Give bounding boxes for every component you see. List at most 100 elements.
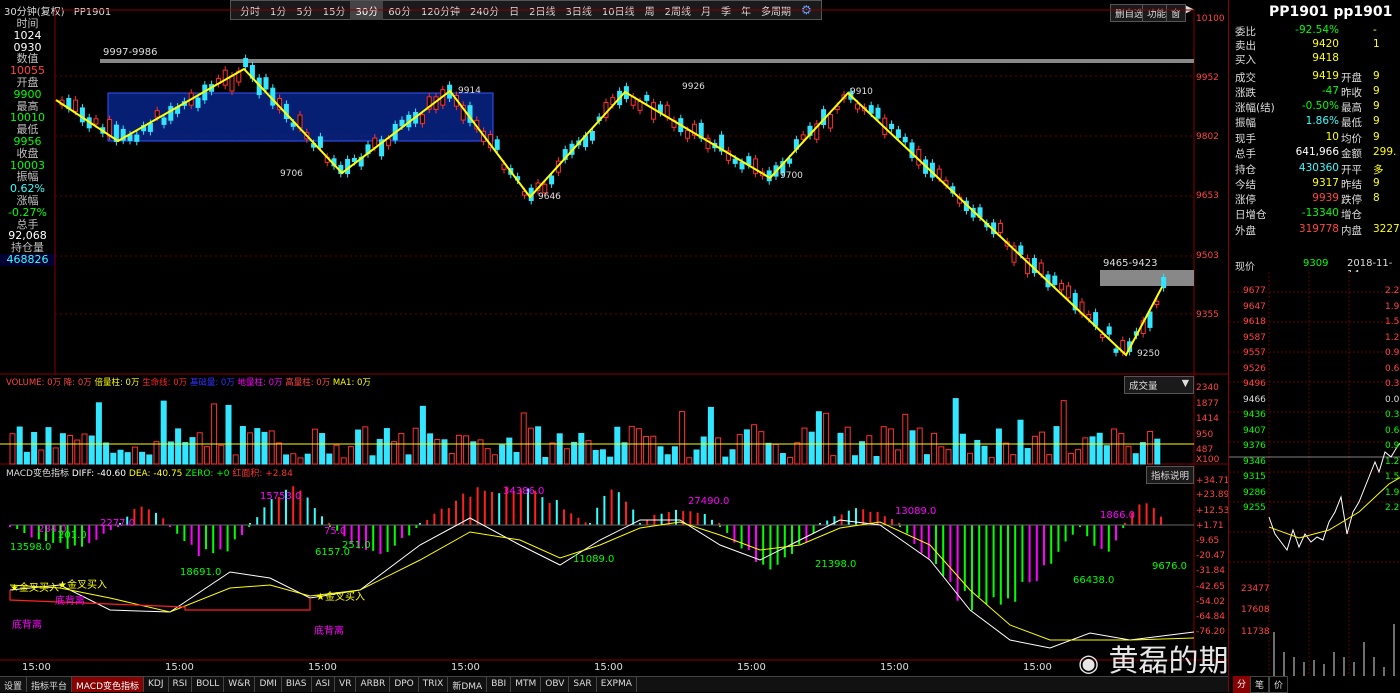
- tab-settings[interactable]: 设置: [0, 677, 28, 692]
- candle: [589, 131, 595, 141]
- tab-asi[interactable]: ASI: [312, 677, 336, 692]
- mini-pct-tick: 1.90: [1385, 487, 1400, 498]
- candle: [1059, 283, 1065, 291]
- volume-selector[interactable]: 成交量 ▼: [1124, 376, 1194, 394]
- tab-dpo[interactable]: DPO: [390, 677, 419, 692]
- tab-minute[interactable]: 分: [1233, 676, 1251, 693]
- tab-trix[interactable]: TRIX: [419, 677, 449, 692]
- gold-cross-signal: ★金叉买入: [58, 580, 107, 591]
- quote-label: 委比: [1235, 26, 1256, 38]
- candle: [902, 136, 908, 143]
- tab-kdj[interactable]: KDJ: [144, 677, 169, 692]
- dea-line: [9, 521, 1195, 641]
- volume-bar: [45, 427, 52, 465]
- candle: [549, 175, 555, 185]
- tab-price[interactable]: 价: [1269, 676, 1289, 693]
- volume-bar: [211, 403, 218, 465]
- tab-boll[interactable]: BOLL: [192, 677, 225, 692]
- quote-label: 今结: [1235, 179, 1256, 191]
- tab-wr[interactable]: W&R: [224, 677, 256, 692]
- macd-label: 201.0: [58, 530, 87, 541]
- quote-value: 1.86%: [1305, 115, 1339, 127]
- volume-bar: [765, 442, 772, 465]
- volume-bar: [1067, 452, 1074, 465]
- volume-bar: [772, 443, 779, 465]
- vol-tick: 950: [1196, 430, 1214, 440]
- vol-volume: VOLUME: 0万: [6, 378, 62, 388]
- volume-bar: [1017, 419, 1024, 465]
- quote-value: -13340: [1301, 207, 1339, 219]
- volume-bar: [707, 406, 714, 465]
- tab-bias[interactable]: BIAS: [282, 677, 312, 692]
- tab-arbr[interactable]: ARBR: [356, 677, 391, 692]
- mini-price-tick: 9255: [1243, 503, 1266, 513]
- quote-label: 涨跌: [1235, 87, 1256, 99]
- quote-label: 内盘: [1341, 225, 1362, 237]
- volume-bar: [952, 398, 959, 465]
- tab-expma[interactable]: EXPMA: [597, 677, 637, 692]
- candle: [419, 114, 425, 125]
- volume-bar: [52, 447, 59, 465]
- tab-macd[interactable]: MACD变色指标: [72, 677, 145, 692]
- quote-value: -47: [1321, 85, 1339, 97]
- quote-value: 9: [1373, 131, 1380, 143]
- volume-bar: [67, 434, 74, 465]
- macd-label: 13089.0: [895, 506, 937, 517]
- tab-trades[interactable]: 笔: [1250, 676, 1270, 693]
- chevron-down-icon: ▼: [1181, 378, 1189, 389]
- indicator-help-button[interactable]: 指标说明: [1146, 466, 1195, 484]
- quote-label: 最高: [1341, 102, 1362, 114]
- tab-rsi[interactable]: RSI: [169, 677, 193, 692]
- volume-bar: [59, 433, 66, 465]
- tab-vr[interactable]: VR: [335, 677, 357, 692]
- price-tick: 9355: [1196, 310, 1219, 320]
- volume-bar: [391, 441, 398, 465]
- tab-sar[interactable]: SAR: [569, 677, 597, 692]
- quote-value: 9: [1373, 115, 1380, 127]
- mini-price-tick: 9647: [1243, 301, 1266, 312]
- candle: [827, 114, 833, 129]
- volume-bar: [412, 427, 419, 465]
- annotation: 9926: [682, 82, 705, 92]
- mini-price-tick: 9557: [1243, 348, 1266, 358]
- mini-price-tick: 9618: [1243, 317, 1266, 327]
- macd-label: 18691.0: [180, 567, 222, 578]
- quote-value: 9420: [1312, 38, 1339, 50]
- candle: [351, 158, 357, 163]
- volume-bar: [671, 446, 678, 465]
- vol-tick: 1414: [1196, 414, 1219, 424]
- candle: [317, 136, 323, 148]
- tab-bbi[interactable]: BBI: [487, 677, 512, 692]
- macd-tick: -20.47: [1196, 551, 1226, 561]
- mini-price-tick: 9526: [1243, 363, 1266, 374]
- volume-bar: [743, 429, 750, 465]
- annotation: 9910: [850, 87, 873, 97]
- volume-bar: [621, 442, 628, 465]
- volume-bar: [938, 446, 945, 465]
- mini-pct-tick: 0.64: [1385, 425, 1400, 436]
- tab-obv[interactable]: OBV: [541, 677, 570, 692]
- quote-row: 涨跌 -47 昨收 9: [1233, 85, 1400, 100]
- volume-bar: [527, 427, 534, 465]
- volume-bar: [283, 454, 290, 465]
- volume-bar: [427, 433, 434, 465]
- volume-bar: [9, 433, 16, 465]
- quote-value: 430360: [1298, 162, 1339, 174]
- quote-value: 多: [1373, 164, 1384, 176]
- volume-bar: [578, 432, 585, 465]
- mini-pct-tick: 0.32: [1385, 379, 1400, 389]
- quote-value: 641,966: [1295, 146, 1339, 158]
- volume-bar: [31, 431, 38, 465]
- divergence-signal: 底背离: [314, 626, 344, 637]
- quote-value: -: [1373, 24, 1377, 36]
- volume-bar: [844, 426, 851, 465]
- tab-dma[interactable]: 新DMA: [448, 677, 488, 692]
- tab-platform[interactable]: 指标平台: [27, 677, 73, 692]
- tab-mtm[interactable]: MTM: [511, 677, 542, 692]
- vol-ground: 地量柱: 0万: [237, 378, 283, 388]
- mini-pct-tick: 1.59: [1385, 317, 1400, 327]
- tab-dmi[interactable]: DMI: [255, 677, 282, 692]
- macd-label: 66438.0: [1073, 575, 1115, 586]
- quote-row: 外盘 319778 内盘 3227: [1233, 223, 1400, 238]
- volume-bar: [369, 455, 376, 465]
